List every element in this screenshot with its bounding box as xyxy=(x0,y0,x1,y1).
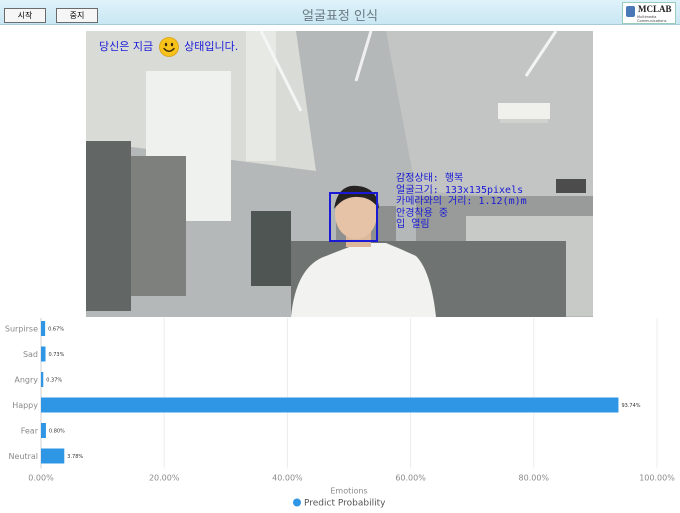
x-axis-title: Emotions xyxy=(330,487,367,496)
x-tick-label: 20.00% xyxy=(149,474,180,483)
logo-subtext: Multimedia Communications xyxy=(637,15,667,23)
detection-line-glasses: 안경착용 중 xyxy=(396,207,449,219)
x-tick-label: 60.00% xyxy=(395,474,426,483)
logo-text: MCLAB xyxy=(638,4,672,14)
mclab-logo: MCLAB Multimedia Communications xyxy=(622,2,676,24)
bar-fear xyxy=(41,423,46,438)
detection-line-mouth: 입 열림 xyxy=(396,219,430,230)
emotion-probability-chart: 0.00% 20.00% 40.00% 60.00% 80.00% 100.00% Surp… xyxy=(0,318,680,509)
category-label: Sad xyxy=(23,350,38,359)
bar-happy xyxy=(41,397,619,413)
detection-line-emotion: 감정상태: 행복 xyxy=(396,173,464,184)
x-tick-label: 80.00% xyxy=(519,474,550,483)
bar-sad xyxy=(41,346,46,362)
data-label: 3.78% xyxy=(67,454,83,460)
status-prefix: 당신은 지금 xyxy=(99,40,154,53)
x-tick-label: 40.00% xyxy=(272,474,303,483)
detection-line-distance: 카메라와의 거리: 1.12(m)m xyxy=(396,196,527,207)
bar-neutral xyxy=(41,448,65,464)
detection-info-overlay: 감정상태: 행복 얼굴크기: 133x135pixels 카메라와의 거리: 1… xyxy=(396,173,527,231)
face-bounding-box xyxy=(329,192,378,242)
x-tick-label: 0.00% xyxy=(28,474,54,483)
legend-label: Predict Probability xyxy=(304,499,386,509)
bar-angry xyxy=(41,372,44,387)
data-label: 0.73% xyxy=(48,352,64,358)
title-bar: 시작 중지 얼굴표정 인식 MCLAB Multimedia Communica… xyxy=(0,0,680,25)
emotion-bar-chart: 0.00% 20.00% 40.00% 60.00% 80.00% 100.00% Surp… xyxy=(5,318,675,509)
data-label: 93.74% xyxy=(621,403,640,409)
logo-mark-icon xyxy=(626,6,635,17)
smiley-face-icon xyxy=(158,37,179,57)
data-label: 0.80% xyxy=(49,429,65,435)
status-suffix: 상태입니다. xyxy=(184,40,239,53)
category-label: Angry xyxy=(14,376,38,385)
x-tick-label: 100.00% xyxy=(639,474,675,483)
legend-marker xyxy=(293,498,301,507)
detection-line-face-size: 얼굴크기: 133x135pixels xyxy=(396,184,524,196)
emotion-status-message: 당신은 지금 상태입니다. xyxy=(99,37,238,57)
window-title: 얼굴표정 인식 xyxy=(302,9,378,24)
category-label: Happy xyxy=(12,401,38,410)
category-label: Fear xyxy=(21,427,39,436)
category-label: Surpirse xyxy=(5,325,38,334)
bar-surpirse xyxy=(41,321,46,336)
data-label: 0.67% xyxy=(48,327,64,333)
data-label: 0.37% xyxy=(46,378,62,384)
category-label: Neutral xyxy=(8,452,38,461)
